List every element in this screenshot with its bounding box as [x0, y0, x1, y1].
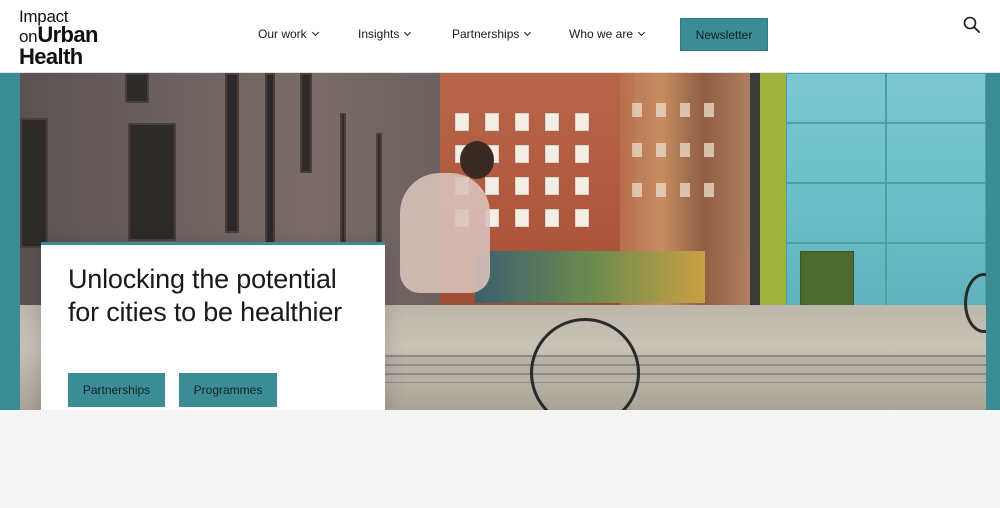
shop-front [475, 251, 705, 303]
chevron-down-icon [311, 28, 319, 37]
steps [380, 355, 986, 383]
newsletter-button[interactable]: Newsletter [680, 18, 768, 51]
chevron-down-icon [637, 28, 646, 37]
cyclist-head [460, 141, 494, 179]
nav-item-who-we-are[interactable]: Who we are [569, 27, 646, 41]
chevron-down-icon [524, 28, 532, 37]
nav-label: Partnerships [452, 27, 520, 41]
logo-line-3: Health [19, 44, 83, 69]
cyclist [400, 173, 490, 293]
site-header: Impact onUrban Health Our work Insights … [0, 0, 1000, 73]
nav-item-partnerships[interactable]: Partnerships [452, 27, 532, 41]
search-icon[interactable] [962, 15, 982, 35]
chevron-down-icon [404, 28, 412, 37]
programmes-button[interactable]: Programmes [179, 373, 277, 407]
partnerships-button[interactable]: Partnerships [68, 373, 165, 407]
nav-item-our-work[interactable]: Our work [258, 27, 319, 41]
green-panel [760, 73, 788, 313]
nav-label: Who we are [569, 27, 634, 41]
nav-item-insights[interactable]: Insights [358, 27, 412, 41]
main-nav: Our work Insights Partnerships Who we ar… [0, 27, 1000, 45]
hero-title: Unlocking the potential for cities to be… [68, 264, 342, 327]
nav-label: Our work [258, 27, 307, 41]
content-area [0, 410, 1000, 508]
hero-card: Unlocking the potential for cities to be… [41, 242, 385, 432]
nav-label: Insights [358, 27, 400, 41]
